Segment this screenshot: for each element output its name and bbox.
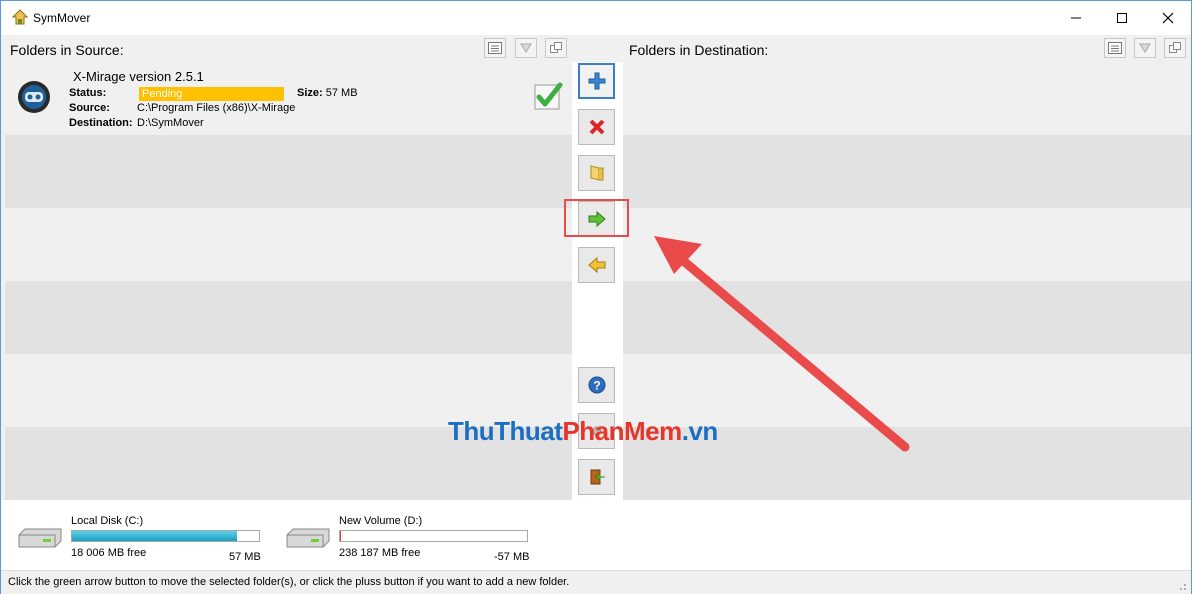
move-back-button[interactable] [578,247,615,283]
size-label: Size: [297,87,323,99]
disk-c-free: 18 006 MB free [71,547,147,559]
disk-c-delta: 57 MB [229,551,261,563]
watermark-part-3: .vn [681,416,719,446]
size-value: 57 MB [325,87,358,99]
filter-icon [1139,43,1151,53]
empty-row [623,62,1191,135]
minimize-button[interactable] [1053,1,1099,35]
source-view-button[interactable] [484,38,506,58]
watermark-part-1: ThuThuat [448,416,563,446]
source-label-text: Source: [69,102,110,114]
app-icon [11,9,29,25]
empty-row [5,135,572,208]
plus-icon [588,72,605,90]
size-field: Size: 57 MB [297,87,358,99]
help-button[interactable]: ? [578,367,615,403]
disk-d-delta: -57 MB [494,551,530,563]
destination-label-text: Destination: [69,117,133,129]
exit-door-icon [590,469,605,485]
source-path: C:\Program Files (x86)\X-Mirage [137,102,296,114]
disk-c-usage-fill [72,531,237,541]
minimize-icon [1071,17,1081,19]
disk-c-usage-bar [71,530,260,542]
disk-d-free: 238 187 MB free [339,547,421,559]
highlight-box [564,199,629,237]
x-mirage-app-icon [18,81,50,113]
resize-grip-icon[interactable] [1177,581,1187,591]
disk-d-name: New Volume (D:) [339,515,423,527]
exit-button[interactable] [578,459,615,495]
status-message: Click the green arrow button to move the… [8,576,570,588]
disk-d-usage-fill [340,531,341,541]
status-bar: Click the green arrow button to move the… [1,570,1191,594]
svg-text:?: ? [593,379,600,393]
delete-icon [589,119,604,135]
destination-view-button[interactable] [1104,38,1126,58]
folder-icon [590,165,603,181]
title-bar: SymMover [1,1,1191,35]
hard-drive-icon [18,528,62,548]
disk-d-usage-bar [339,530,528,542]
maximize-icon [1117,13,1127,23]
close-icon [1162,12,1174,24]
item-title: X-Mirage version 2.5.1 [73,69,204,84]
destination-copy-button[interactable] [1164,38,1186,58]
checkmark-icon[interactable] [533,81,563,111]
watermark-part-2: PhanMem [562,416,682,446]
empty-row [623,208,1191,281]
open-folder-button[interactable] [578,155,615,191]
list-view-icon [488,42,502,54]
empty-row [623,281,1191,354]
list-view-icon [1108,42,1122,54]
destination-label: Destination: [69,117,133,129]
add-folder-button[interactable] [578,63,615,99]
source-copy-button[interactable] [545,38,567,58]
hard-drive-icon [286,528,330,548]
close-button[interactable] [1145,1,1191,35]
empty-row [623,135,1191,208]
window-title: SymMover [33,11,91,25]
source-label: Source: [69,102,110,114]
status-badge: Pending [139,87,284,101]
source-panel-label: Folders in Source: [10,42,124,58]
source-filter-button[interactable] [515,38,537,58]
status-label-text: Status: [69,87,107,99]
destination-panel-label: Folders in Destination: [629,42,769,58]
status-label: Status: [69,87,106,99]
destination-path: D:\SymMover [137,117,204,129]
help-icon: ? [588,376,605,394]
destination-filter-button[interactable] [1134,38,1156,58]
source-list-item[interactable]: X-Mirage version 2.5.1 Status: Pending S… [5,62,572,135]
remove-folder-button[interactable] [578,109,615,145]
disk-info-panel: Local Disk (C:) 18 006 MB free 57 MB New… [1,500,1191,570]
disk-c-name: Local Disk (C:) [71,515,144,527]
empty-row [5,208,572,281]
filter-icon [520,43,532,53]
watermark: ThuThuatPhanMem.vn [448,416,718,447]
copy-icon [1169,42,1181,53]
copy-icon [550,42,562,53]
app-window: SymMover Folders in Source: Folders in D… [0,0,1192,594]
maximize-button[interactable] [1099,1,1145,35]
empty-row [5,281,572,354]
yellow-arrow-left-icon [587,256,605,274]
